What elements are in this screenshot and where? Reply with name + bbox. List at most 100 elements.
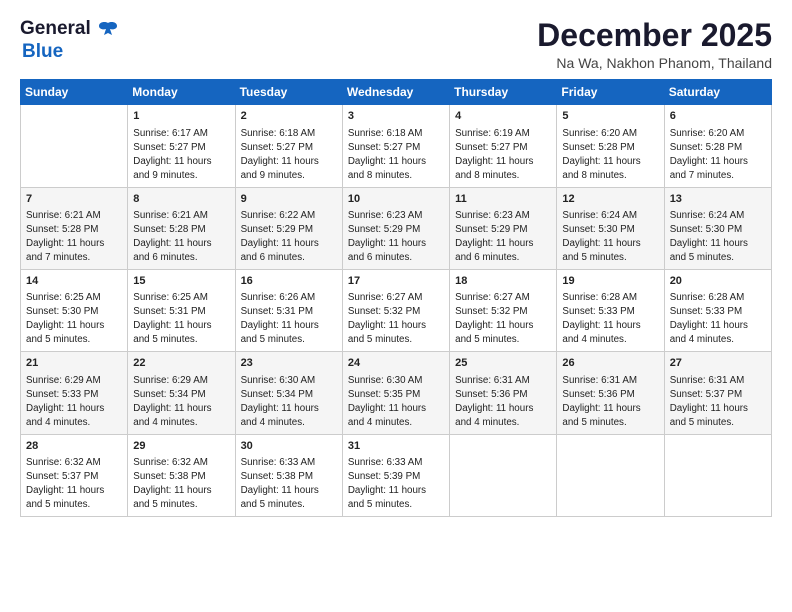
day-header-sunday: Sunday <box>21 80 128 105</box>
day-number: 26 <box>562 356 658 371</box>
calendar-cell: 9 Sunrise: 6:22 AMSunset: 5:29 PMDaylight… <box>235 187 342 269</box>
day-number: 9 <box>241 192 337 207</box>
day-number: 10 <box>348 192 444 207</box>
calendar-cell: 19 Sunrise: 6:28 AMSunset: 5:33 PMDayligh… <box>557 269 664 351</box>
day-number: 4 <box>455 109 551 124</box>
calendar-cell: 21 Sunrise: 6:29 AMSunset: 5:33 PMDayligh… <box>21 352 128 434</box>
calendar-cell: 23 Sunrise: 6:30 AMSunset: 5:34 PMDayligh… <box>235 352 342 434</box>
cell-info: Sunrise: 6:33 AMSunset: 5:39 PMDaylight:… <box>348 457 426 510</box>
day-header-saturday: Saturday <box>664 80 771 105</box>
cell-info: Sunrise: 6:33 AMSunset: 5:38 PMDaylight:… <box>241 457 319 510</box>
day-header-thursday: Thursday <box>450 80 557 105</box>
cell-info: Sunrise: 6:28 AMSunset: 5:33 PMDaylight:… <box>562 292 640 345</box>
day-number: 28 <box>26 439 122 454</box>
week-row-5: 28Sunrise: 6:32 AMSunset: 5:37 PMDayligh… <box>21 434 772 516</box>
day-number: 23 <box>241 356 337 371</box>
cell-info: Sunrise: 6:27 AMSunset: 5:32 PMDaylight:… <box>348 292 426 345</box>
cell-info: Sunrise: 6:29 AMSunset: 5:33 PMDaylight:… <box>26 375 104 428</box>
week-row-1: 1 Sunrise: 6:17 AMSunset: 5:27 PMDaylight… <box>21 105 772 187</box>
calendar-cell: 25 Sunrise: 6:31 AMSunset: 5:36 PMDayligh… <box>450 352 557 434</box>
title-section: December 2025 Na Wa, Nakhon Phanom, Thai… <box>537 18 772 71</box>
cell-info: Sunrise: 6:18 AMSunset: 5:27 PMDaylight:… <box>241 128 319 181</box>
calendar-cell <box>21 105 128 187</box>
day-number: 3 <box>348 109 444 124</box>
week-row-2: 7Sunrise: 6:21 AMSunset: 5:28 PMDaylight… <box>21 187 772 269</box>
day-number: 30 <box>241 439 337 454</box>
day-number: 6 <box>670 109 766 124</box>
calendar-cell: 5 Sunrise: 6:20 AMSunset: 5:28 PMDaylight… <box>557 105 664 187</box>
cell-info: Sunrise: 6:19 AMSunset: 5:27 PMDaylight:… <box>455 128 533 181</box>
day-number: 5 <box>562 109 658 124</box>
cell-info: Sunrise: 6:28 AMSunset: 5:33 PMDaylight:… <box>670 292 748 345</box>
day-number: 8 <box>133 192 229 207</box>
cell-info: Sunrise: 6:32 AMSunset: 5:38 PMDaylight:… <box>133 457 211 510</box>
calendar-cell <box>450 434 557 516</box>
calendar-cell: 6Sunrise: 6:20 AMSunset: 5:28 PMDaylight… <box>664 105 771 187</box>
calendar-cell <box>557 434 664 516</box>
day-number: 15 <box>133 274 229 289</box>
calendar-cell: 24 Sunrise: 6:30 AMSunset: 5:35 PMDayligh… <box>342 352 449 434</box>
day-number: 31 <box>348 439 444 454</box>
logo-blue: Blue <box>22 41 63 62</box>
day-number: 14 <box>26 274 122 289</box>
cell-info: Sunrise: 6:26 AMSunset: 5:31 PMDaylight:… <box>241 292 319 345</box>
day-number: 25 <box>455 356 551 371</box>
calendar-cell <box>664 434 771 516</box>
cell-info: Sunrise: 6:21 AMSunset: 5:28 PMDaylight:… <box>133 210 211 263</box>
day-number: 27 <box>670 356 766 371</box>
calendar-cell: 29 Sunrise: 6:32 AMSunset: 5:38 PMDayligh… <box>128 434 235 516</box>
calendar-cell: 26Sunrise: 6:31 AMSunset: 5:36 PMDayligh… <box>557 352 664 434</box>
logo-general: General <box>20 18 91 39</box>
calendar-cell: 28Sunrise: 6:32 AMSunset: 5:37 PMDayligh… <box>21 434 128 516</box>
cell-info: Sunrise: 6:24 AMSunset: 5:30 PMDaylight:… <box>670 210 748 263</box>
calendar-cell: 1 Sunrise: 6:17 AMSunset: 5:27 PMDaylight… <box>128 105 235 187</box>
cell-info: Sunrise: 6:21 AMSunset: 5:28 PMDaylight:… <box>26 210 104 263</box>
cell-info: Sunrise: 6:27 AMSunset: 5:32 PMDaylight:… <box>455 292 533 345</box>
calendar-cell: 2 Sunrise: 6:18 AMSunset: 5:27 PMDaylight… <box>235 105 342 187</box>
cell-info: Sunrise: 6:30 AMSunset: 5:35 PMDaylight:… <box>348 375 426 428</box>
day-number: 19 <box>562 274 658 289</box>
day-header-monday: Monday <box>128 80 235 105</box>
logo: General Blue <box>20 18 119 63</box>
cell-info: Sunrise: 6:25 AMSunset: 5:30 PMDaylight:… <box>26 292 104 345</box>
calendar-cell: 16 Sunrise: 6:26 AMSunset: 5:31 PMDayligh… <box>235 269 342 351</box>
cell-info: Sunrise: 6:30 AMSunset: 5:34 PMDaylight:… <box>241 375 319 428</box>
cell-info: Sunrise: 6:25 AMSunset: 5:31 PMDaylight:… <box>133 292 211 345</box>
calendar-cell: 10 Sunrise: 6:23 AMSunset: 5:29 PMDayligh… <box>342 187 449 269</box>
cell-info: Sunrise: 6:24 AMSunset: 5:30 PMDaylight:… <box>562 210 640 263</box>
cell-info: Sunrise: 6:29 AMSunset: 5:34 PMDaylight:… <box>133 375 211 428</box>
day-number: 29 <box>133 439 229 454</box>
calendar-cell: 13 Sunrise: 6:24 AMSunset: 5:30 PMDayligh… <box>664 187 771 269</box>
header: General Blue December 2025 Na Wa, Nakhon… <box>20 18 772 71</box>
cell-info: Sunrise: 6:22 AMSunset: 5:29 PMDaylight:… <box>241 210 319 263</box>
cell-info: Sunrise: 6:31 AMSunset: 5:36 PMDaylight:… <box>455 375 533 428</box>
cell-info: Sunrise: 6:31 AMSunset: 5:37 PMDaylight:… <box>670 375 748 428</box>
day-number: 24 <box>348 356 444 371</box>
calendar-table: SundayMondayTuesdayWednesdayThursdayFrid… <box>20 79 772 517</box>
calendar-cell: 18 Sunrise: 6:27 AMSunset: 5:32 PMDayligh… <box>450 269 557 351</box>
day-number: 22 <box>133 356 229 371</box>
calendar-cell: 7Sunrise: 6:21 AMSunset: 5:28 PMDaylight… <box>21 187 128 269</box>
day-number: 21 <box>26 356 122 371</box>
calendar-cell: 12Sunrise: 6:24 AMSunset: 5:30 PMDayligh… <box>557 187 664 269</box>
main-title: December 2025 <box>537 18 772 53</box>
calendar-cell: 17Sunrise: 6:27 AMSunset: 5:32 PMDayligh… <box>342 269 449 351</box>
cell-info: Sunrise: 6:23 AMSunset: 5:29 PMDaylight:… <box>455 210 533 263</box>
calendar-cell: 4 Sunrise: 6:19 AMSunset: 5:27 PMDaylight… <box>450 105 557 187</box>
calendar-cell: 3Sunrise: 6:18 AMSunset: 5:27 PMDaylight… <box>342 105 449 187</box>
header-row: SundayMondayTuesdayWednesdayThursdayFrid… <box>21 80 772 105</box>
day-number: 16 <box>241 274 337 289</box>
page: General Blue December 2025 Na Wa, Nakhon… <box>0 0 792 612</box>
cell-info: Sunrise: 6:17 AMSunset: 5:27 PMDaylight:… <box>133 128 211 181</box>
day-header-friday: Friday <box>557 80 664 105</box>
day-number: 2 <box>241 109 337 124</box>
day-number: 18 <box>455 274 551 289</box>
day-number: 1 <box>133 109 229 124</box>
week-row-4: 21 Sunrise: 6:29 AMSunset: 5:33 PMDayligh… <box>21 352 772 434</box>
cell-info: Sunrise: 6:20 AMSunset: 5:28 PMDaylight:… <box>562 128 640 181</box>
week-row-3: 14 Sunrise: 6:25 AMSunset: 5:30 PMDayligh… <box>21 269 772 351</box>
day-header-tuesday: Tuesday <box>235 80 342 105</box>
calendar-cell: 14 Sunrise: 6:25 AMSunset: 5:30 PMDayligh… <box>21 269 128 351</box>
cell-info: Sunrise: 6:23 AMSunset: 5:29 PMDaylight:… <box>348 210 426 263</box>
day-number: 13 <box>670 192 766 207</box>
